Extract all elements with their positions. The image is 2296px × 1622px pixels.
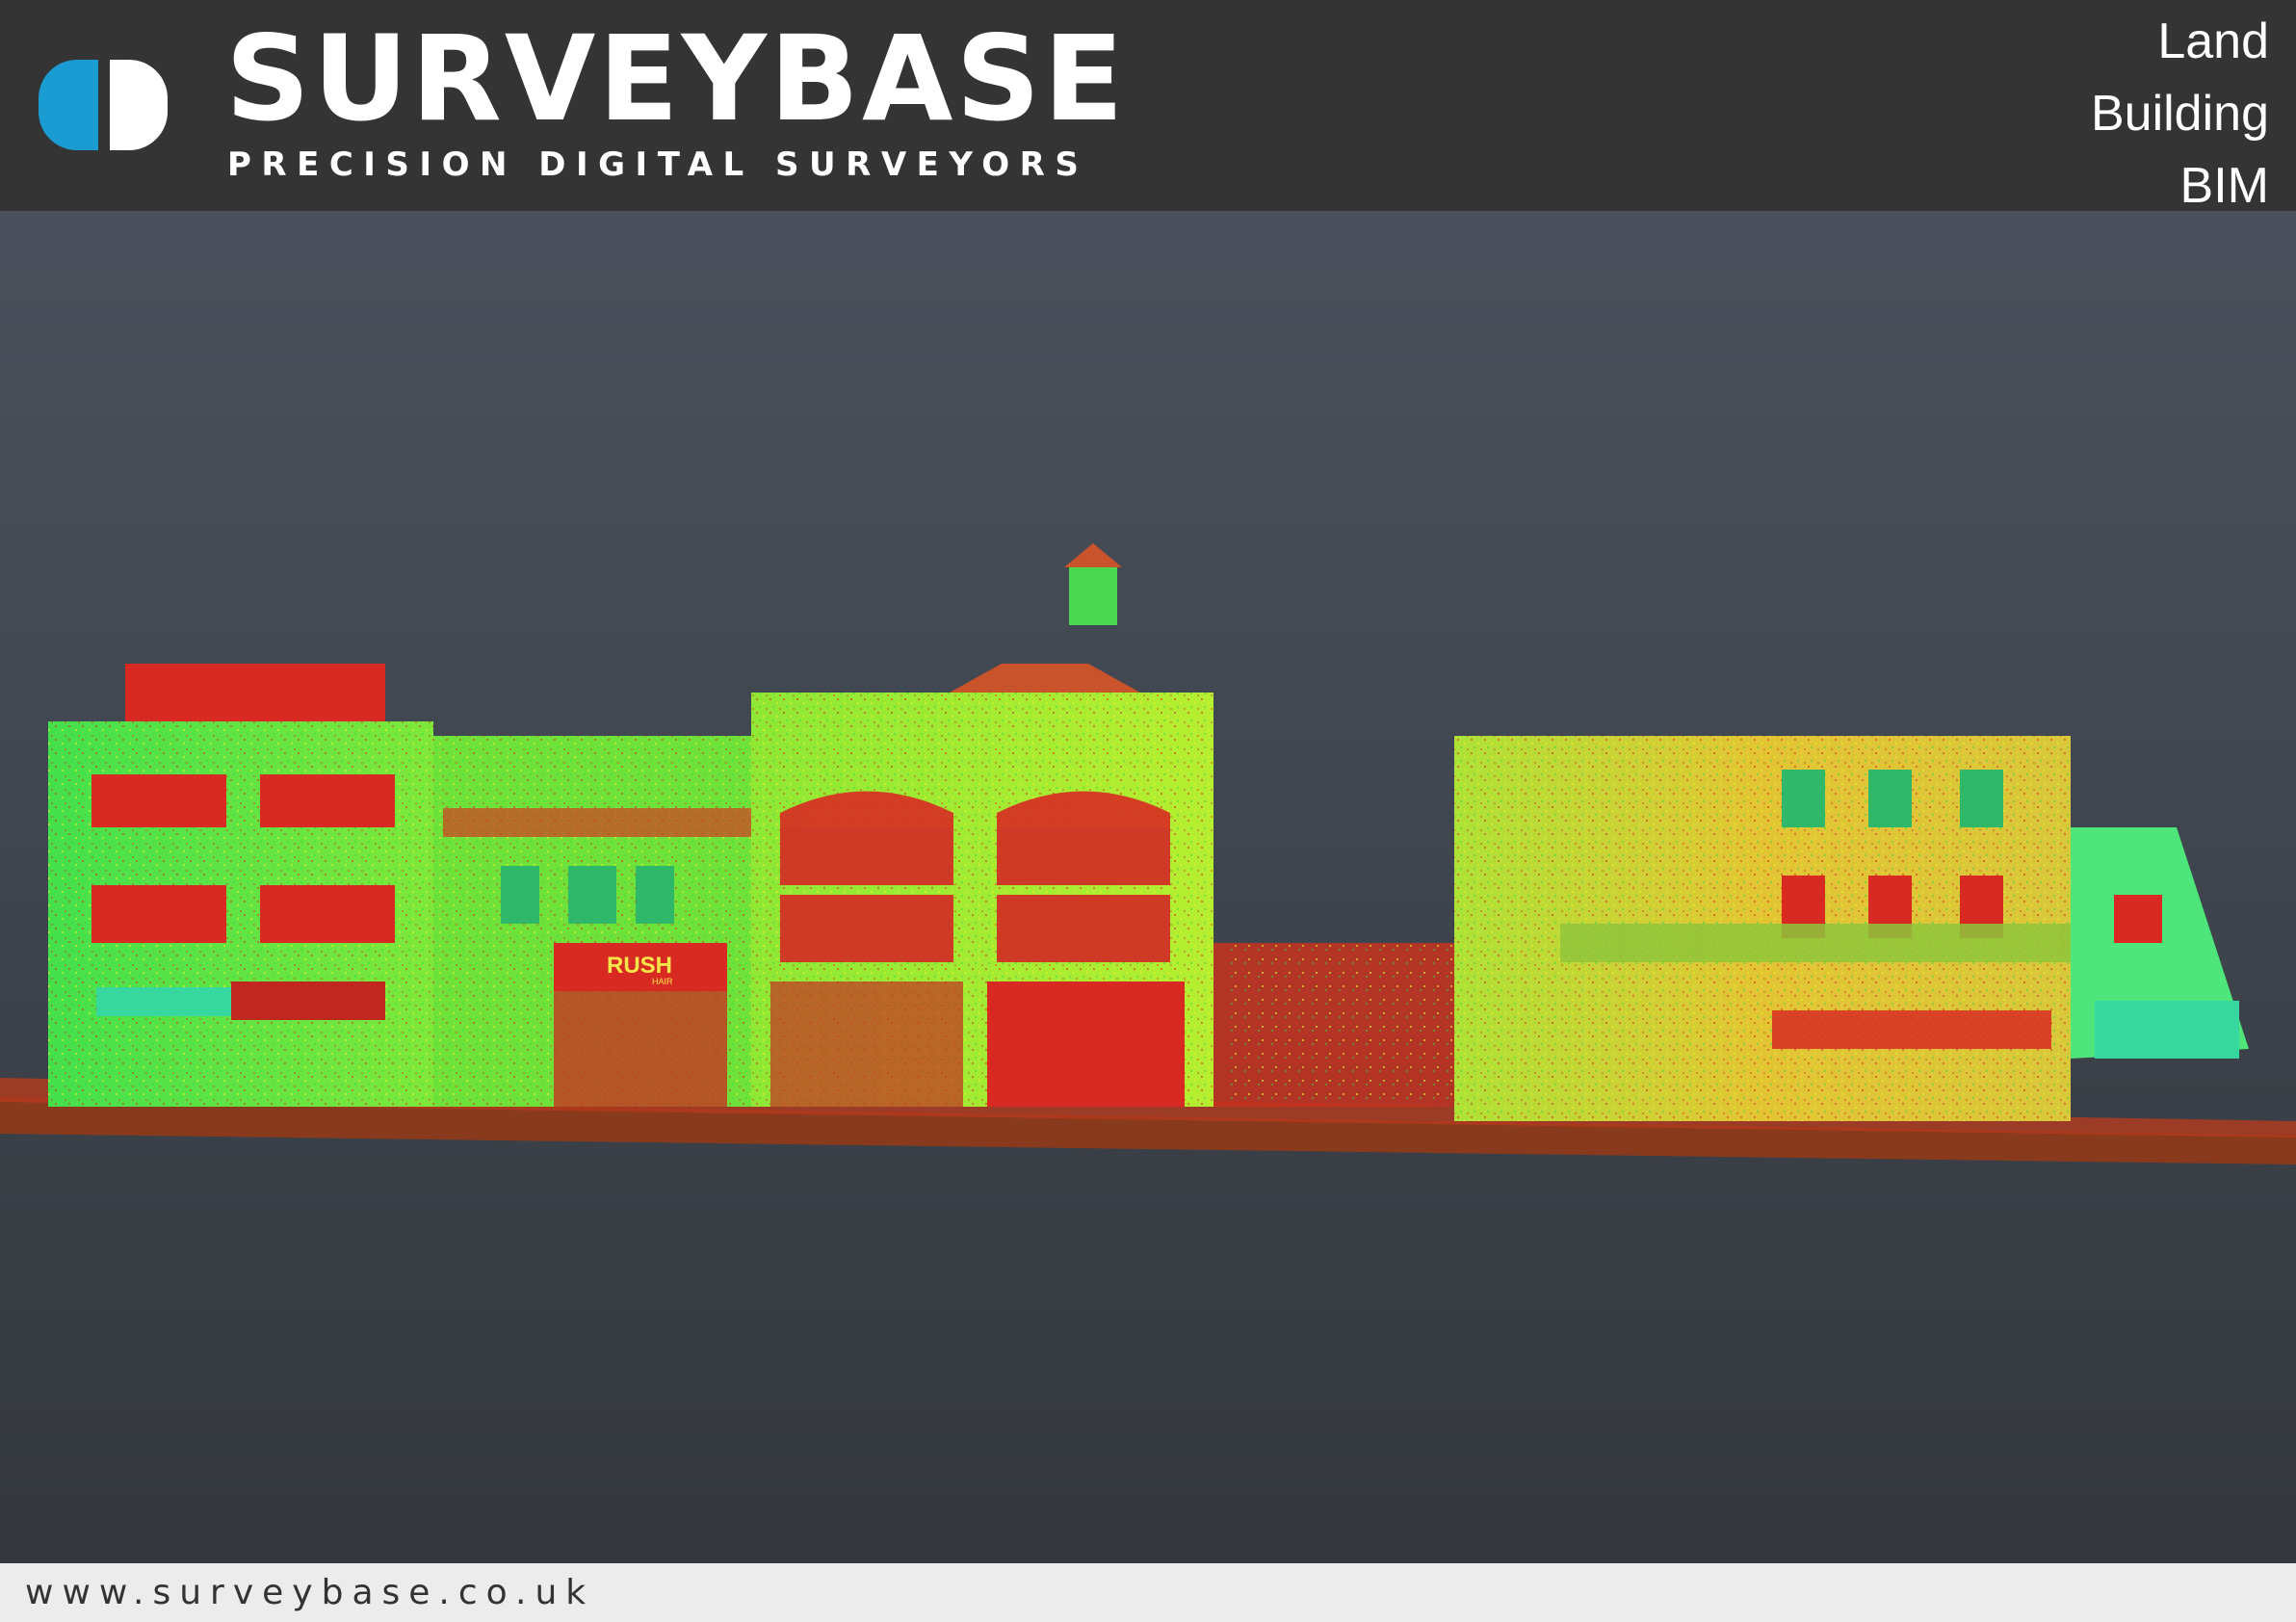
- scan-building-central: [751, 543, 1213, 1107]
- services-list: Land Building BIM: [1884, 6, 2269, 222]
- service-building[interactable]: Building: [1884, 78, 2269, 150]
- scan-building-right: [1454, 736, 2249, 1121]
- point-cloud-viewport[interactable]: RUSH HAIR: [0, 211, 2296, 1563]
- scan-shop-sign: RUSH: [607, 953, 672, 979]
- scan-shop-sign-sub: HAIR: [652, 977, 673, 986]
- footer: www.surveybase.co.uk: [0, 1563, 2296, 1622]
- website-link[interactable]: www.surveybase.co.uk: [25, 1571, 594, 1615]
- brand-name: SURVEYBASE: [225, 11, 1127, 147]
- brand-tagline: PRECISION DIGITAL SURVEYORS: [227, 145, 1089, 184]
- point-cloud-scan: RUSH HAIR: [0, 543, 2296, 1164]
- surveybase-logo-icon[interactable]: [39, 58, 170, 152]
- scan-building-second: RUSH HAIR: [433, 736, 751, 1107]
- header: SURVEYBASE PRECISION DIGITAL SURVEYORS L…: [0, 0, 2296, 214]
- scan-building-left: [48, 664, 433, 1107]
- service-land[interactable]: Land: [1884, 6, 2269, 78]
